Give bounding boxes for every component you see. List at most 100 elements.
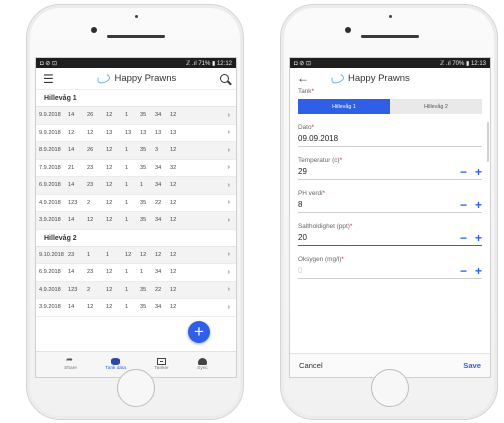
field-input[interactable]: 09.09.2018 <box>298 131 482 147</box>
cell-value: 14 <box>68 217 75 224</box>
cell-value: 1 <box>125 217 129 224</box>
cell-value: 2 <box>87 286 91 293</box>
cell-value: 13 <box>106 129 113 136</box>
table-row[interactable]: 3.9.2018 14 12 12 1 35 34 12 › <box>36 299 236 317</box>
chevron-right-icon: › <box>227 216 230 224</box>
cell-value: 14 <box>68 147 75 154</box>
screen-new-entry-form: ◘ ⊘ ⊡ ℤ .ıl 70% ▮ 12:13 ← Happy Prawns T… <box>289 57 491 378</box>
nav-sync[interactable]: Sync <box>197 358 208 371</box>
status-icons-left: ◘ ⊘ ⊡ <box>40 60 58 67</box>
required-mark: * <box>341 256 344 263</box>
app-title-text: Happy Prawns <box>348 72 410 84</box>
cell-value: 35 <box>140 112 147 119</box>
cell-value: 1 <box>140 269 144 276</box>
nav-label: Tanker <box>154 366 169 371</box>
field-label: Oksygen (mg/l)* <box>298 256 482 263</box>
field-value: 09.09.2018 <box>298 134 339 143</box>
cell-value: 12 <box>170 251 177 258</box>
decrement-button[interactable]: − <box>460 232 467 244</box>
value-stepper: − + <box>460 166 482 178</box>
cell-value: 123 <box>68 286 78 293</box>
form-fields: Dato * 09.09.2018 Temperatur (c)* 29− + PH ver… <box>298 124 482 279</box>
cell-value: 12 <box>140 251 147 258</box>
cancel-button[interactable]: Cancel <box>299 361 323 370</box>
cell-value: 34 <box>155 164 162 171</box>
increment-button[interactable]: + <box>475 199 482 211</box>
cell-value: 12 <box>106 147 113 154</box>
cell-value: 13 <box>155 129 162 136</box>
decrement-button[interactable]: − <box>460 265 467 277</box>
app-bar: ← Happy Prawns <box>290 68 490 88</box>
nav-tanker[interactable]: Tanker <box>154 358 169 371</box>
cell-value: 35 <box>140 147 147 154</box>
cell-value: 34 <box>155 269 162 276</box>
cell-value: 12 <box>106 286 113 293</box>
save-button[interactable]: Save <box>463 361 481 370</box>
add-entry-button[interactable]: + <box>188 321 210 343</box>
field-input[interactable]: 20 − + <box>298 230 482 246</box>
table-row[interactable]: 4.9.2018 123 2 12 1 35 22 12 › <box>36 195 236 212</box>
field-label-text: Oksygen (mg/l) <box>298 256 342 263</box>
entry-form: Tank* Hillevåg 1 Hillevåg 2 Dato* 09.09.20… <box>290 88 490 279</box>
table-row[interactable]: 6.9.2018 14 23 12 1 1 34 12 › <box>36 177 236 195</box>
chevron-right-icon: › <box>227 286 230 294</box>
chevron-right-icon: › <box>227 164 230 172</box>
chevron-right-icon: › <box>227 251 230 259</box>
tank-option[interactable]: Hillevåg 1 <box>298 99 390 114</box>
decrement-button[interactable]: − <box>460 166 467 178</box>
cell-value: 34 <box>155 112 162 119</box>
cell-value: 22 <box>155 199 162 206</box>
field-input[interactable]: 29 − + <box>298 164 482 180</box>
table-row[interactable]: 8.9.2018 14 26 12 1 35 3 12 › <box>36 142 236 160</box>
cell-value: 12 <box>170 112 177 119</box>
cell-value: 3 <box>155 147 159 154</box>
chevron-right-icon: › <box>227 111 230 119</box>
field-input[interactable]: 8 − + <box>298 197 482 213</box>
field-input[interactable]: 0 − + <box>298 263 482 279</box>
cell-value: 1 <box>106 251 110 258</box>
cell-value: 26 <box>87 147 94 154</box>
cell-value: 34 <box>155 217 162 224</box>
cell-value: 22 <box>155 286 162 293</box>
back-arrow-icon[interactable]: ← <box>297 72 309 84</box>
increment-button[interactable]: + <box>475 166 482 178</box>
home-button[interactable] <box>117 369 155 407</box>
field-label: PH verdi* <box>298 190 482 197</box>
table-row[interactable]: 9.10.2018 23 1 1 12 12 12 12 › <box>36 246 236 264</box>
table-row[interactable]: 7.9.2018 21 23 12 1 35 34 32 › <box>36 160 236 177</box>
required-mark: * <box>349 223 353 230</box>
cell-value: 1 <box>125 182 129 189</box>
hamburger-menu-icon[interactable]: ☰ <box>43 73 54 85</box>
cloud-icon <box>197 358 207 365</box>
field-label-text: Dato <box>298 124 312 131</box>
nav-tank-data[interactable]: Tank data <box>105 358 126 371</box>
cell-value: 2 <box>87 199 91 206</box>
cell-date: 6.9.2018 <box>39 269 61 276</box>
increment-button[interactable]: + <box>475 265 482 277</box>
table-row[interactable]: 6.9.2018 14 23 12 1 1 34 12 › <box>36 264 236 282</box>
home-button[interactable] <box>371 369 409 407</box>
table-row[interactable]: 4.9.2018 123 2 12 1 35 22 12 › <box>36 281 236 299</box>
speaker-grille <box>107 35 165 38</box>
field-label: Saltholdighet (ppt)* <box>298 223 482 230</box>
speaker-grille <box>361 35 419 38</box>
scrollbar[interactable] <box>487 122 489 162</box>
table-row[interactable]: 9.9.2018 14 26 12 1 35 34 12 › <box>36 107 236 125</box>
cell-date: 9.9.2018 <box>39 112 61 119</box>
table-row[interactable]: 3.9.2018 14 12 12 1 35 34 12 › <box>36 212 236 230</box>
cell-value: 12 <box>106 217 113 224</box>
tank-group-header: Hillevåg 1 <box>36 90 236 107</box>
table-row[interactable]: 9.9.2018 12 12 13 13 13 13 13 › <box>36 125 236 142</box>
status-icons-right: ℤ .ıl 71% ▮ 12:12 <box>185 60 232 67</box>
cell-date: 4.9.2018 <box>39 199 61 206</box>
increment-button[interactable]: + <box>475 232 482 244</box>
decrement-button[interactable]: − <box>460 199 467 211</box>
field-label: Temperatur (c)* <box>298 157 482 164</box>
cell-value: 1 <box>125 304 129 311</box>
search-icon[interactable] <box>219 74 229 83</box>
tank-option[interactable]: Hillevåg 2 <box>390 99 482 114</box>
app-bar: ☰ Happy Prawns <box>36 68 236 90</box>
app-title-text: Happy Prawns <box>114 73 177 84</box>
cell-value: 14 <box>68 269 75 276</box>
nav-share[interactable]: Share <box>64 355 77 371</box>
